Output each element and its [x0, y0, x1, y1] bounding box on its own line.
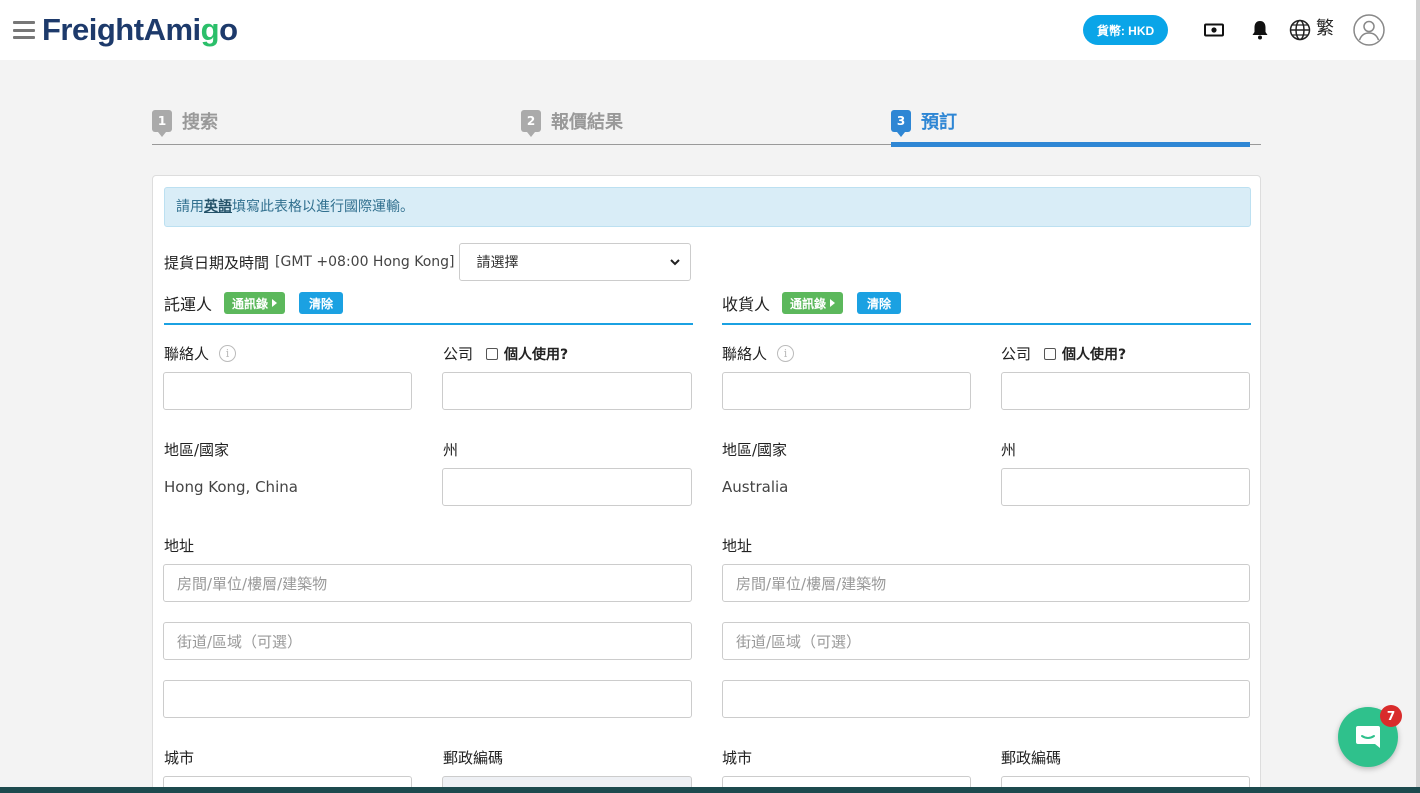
shipper-postal-label: 郵政編碼 [443, 749, 504, 767]
english-notice: 請用英語填寫此表格以進行國際運輸。 [164, 187, 1251, 227]
consignee-address2-input[interactable]: 街道/區域（可選） [722, 622, 1250, 660]
consignee-address-label: 地址 [722, 537, 753, 555]
top-header: FreightAmigo 貨幣: HKD 繁 [0, 0, 1420, 60]
chat-icon [1356, 726, 1380, 748]
step-booking[interactable]: 3 預訂 [891, 108, 957, 137]
shipper-section: 託運人 通訊錄 清除 [164, 289, 693, 325]
step-number: 1 [152, 110, 172, 137]
shipper-country-label: 地區/國家 [164, 441, 230, 459]
consignee-contact-input[interactable] [722, 372, 971, 410]
step-number: 2 [521, 110, 541, 137]
company-label-text: 公司 [1001, 345, 1032, 363]
pickup-datetime-label: 提貨日期及時間 [164, 253, 270, 272]
caret-right-icon [272, 299, 278, 307]
logo-text-ami: Ami [143, 12, 202, 47]
step-label: 預訂 [921, 112, 957, 133]
currency-icon[interactable] [1202, 18, 1226, 42]
shipper-company-input[interactable] [442, 372, 692, 410]
consignee-clear-button[interactable]: 清除 [857, 292, 902, 314]
consignee-country-label: 地區/國家 [722, 441, 788, 459]
contact-label-text: 聯絡人 [164, 345, 210, 363]
consignee-address-book-button[interactable]: 通訊錄 [782, 292, 844, 314]
shipper-clear-button[interactable]: 清除 [299, 292, 344, 314]
shipper-contact-input[interactable] [163, 372, 412, 410]
consignee-title: 收貨人 [722, 295, 771, 314]
shipper-contact-label: 聯絡人 i [164, 343, 237, 364]
booking-form-card: 請用英語填寫此表格以進行國際運輸。 提貨日期及時間 [GMT +08:00 Ho… [152, 175, 1261, 793]
pickup-datetime-row: 提貨日期及時間 [GMT +08:00 Hong Kong] 請選擇 [164, 243, 691, 281]
freightamigo-logo[interactable]: FreightAmigo [42, 11, 238, 49]
logo-text-o: o [219, 12, 238, 47]
consignee-country-value: Australia [722, 478, 789, 496]
personal-use-label: 個人使用? [504, 346, 569, 363]
address2-placeholder: 街道/區域（可選） [736, 632, 862, 651]
consignee-address1-input[interactable]: 房間/單位/樓層/建築物 [722, 564, 1250, 602]
address2-placeholder: 街道/區域（可選） [177, 632, 303, 651]
info-icon[interactable]: i [777, 345, 795, 362]
consignee-personal-use-checkbox[interactable] [1044, 347, 1057, 360]
shipper-address3-input[interactable] [163, 680, 692, 718]
shipper-address1-input[interactable]: 房間/單位/樓層/建築物 [163, 564, 692, 602]
consignee-state-label: 州 [1001, 441, 1017, 459]
currency-button[interactable]: 貨幣: HKD [1083, 15, 1168, 45]
steps-active-indicator [891, 142, 1250, 147]
logo-text-g: g [200, 12, 220, 47]
notice-english-link[interactable]: 英語 [204, 199, 232, 215]
menu-icon[interactable] [13, 21, 35, 39]
consignee-company-label: 公司 個人使用? [1001, 343, 1126, 364]
shipper-state-input[interactable] [442, 468, 692, 506]
step-label: 報價結果 [551, 112, 623, 133]
page-scrollbar[interactable] [1416, 0, 1420, 793]
footer-strip [0, 787, 1420, 793]
logo-text-freight: Freight [42, 12, 144, 47]
step-number: 3 [891, 110, 911, 137]
bell-icon[interactable] [1248, 18, 1272, 42]
notice-prefix: 請用 [176, 199, 204, 215]
pickup-timezone: [GMT +08:00 Hong Kong] [275, 254, 455, 270]
shipper-address-book-button[interactable]: 通訊錄 [224, 292, 286, 314]
company-label-text: 公司 [443, 345, 474, 363]
address1-placeholder: 房間/單位/樓層/建築物 [177, 574, 328, 593]
consignee-postal-label: 郵政編碼 [1001, 749, 1062, 767]
consignee-section: 收貨人 通訊錄 清除 [722, 289, 1251, 325]
pickup-datetime-select[interactable]: 請選擇 [458, 243, 691, 281]
shipper-address2-input[interactable]: 街道/區域（可選） [163, 622, 692, 660]
booking-steps: 1 搜索 2 報價結果 3 預訂 [152, 100, 1261, 150]
step-label: 搜索 [182, 112, 218, 133]
caret-right-icon [830, 299, 836, 307]
shipper-company-label: 公司 個人使用? [443, 343, 568, 364]
consignee-contact-label: 聯絡人 i [722, 343, 795, 364]
step-search[interactable]: 1 搜索 [152, 108, 218, 137]
notice-suffix: 填寫此表格以進行國際運輸。 [232, 199, 414, 215]
shipper-state-label: 州 [443, 441, 459, 459]
shipper-header: 託運人 通訊錄 清除 [164, 289, 693, 325]
consignee-header: 收貨人 通訊錄 清除 [722, 289, 1251, 325]
pickup-select-value: 請選擇 [476, 255, 519, 271]
shipper-title: 託運人 [164, 295, 213, 314]
shipper-personal-use-checkbox[interactable] [486, 347, 499, 360]
consignee-state-input[interactable] [1001, 468, 1250, 506]
consignee-company-input[interactable] [1001, 372, 1250, 410]
shipper-city-label: 城市 [164, 749, 195, 767]
chat-unread-badge: 7 [1380, 705, 1402, 727]
user-icon[interactable] [1353, 14, 1385, 46]
consignee-city-label: 城市 [722, 749, 753, 767]
shipper-address-label: 地址 [164, 537, 195, 555]
address-book-label: 通訊錄 [232, 296, 269, 311]
language-label[interactable]: 繁 [1316, 17, 1334, 41]
consignee-address3-input[interactable] [722, 680, 1250, 718]
personal-use-label: 個人使用? [1062, 346, 1127, 363]
address-book-label: 通訊錄 [790, 296, 827, 311]
shipper-country-value: Hong Kong, China [164, 478, 298, 496]
contact-label-text: 聯絡人 [722, 345, 768, 363]
chevron-down-icon [669, 258, 680, 265]
info-icon[interactable]: i [219, 345, 237, 362]
address1-placeholder: 房間/單位/樓層/建築物 [736, 574, 887, 593]
globe-icon[interactable] [1288, 18, 1312, 42]
step-quote-results[interactable]: 2 報價結果 [521, 108, 623, 137]
